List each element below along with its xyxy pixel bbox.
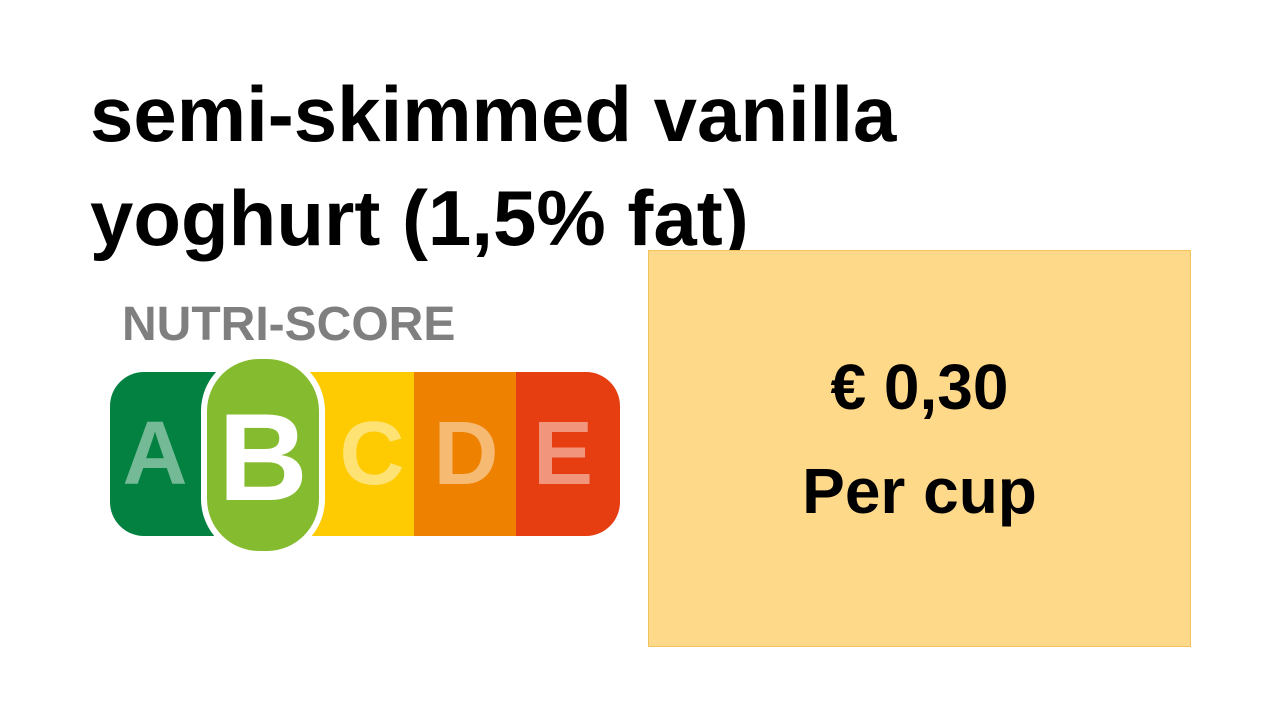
grade-e-letter: E	[533, 404, 593, 504]
grade-a-letter: A	[123, 404, 188, 504]
grade-b-letter: B	[218, 389, 308, 527]
price-box: € 0,30 Per cup	[648, 250, 1191, 647]
product-title: semi-skimmed vanilla yoghurt (1,5% fat)	[90, 62, 1090, 270]
product-title-line-1: semi-skimmed vanilla	[90, 70, 897, 158]
grade-c-letter: C	[340, 404, 405, 504]
grade-d-letter: D	[434, 404, 499, 504]
price-unit: Per cup	[802, 454, 1037, 527]
nutri-score-label: NUTRI-SCORE	[122, 298, 455, 351]
nutri-score-logo: NUTRI-SCORE A B C D E	[108, 296, 624, 558]
nutri-score-graphic: NUTRI-SCORE A B C D E	[110, 298, 620, 557]
price-amount: € 0,30	[830, 350, 1009, 423]
